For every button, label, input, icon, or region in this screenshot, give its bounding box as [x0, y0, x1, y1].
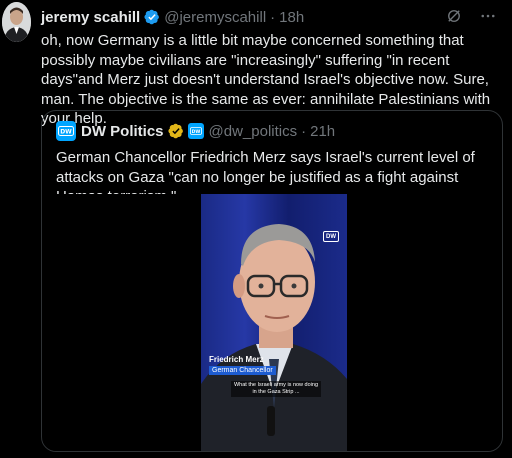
verified-org-badge-icon — [167, 123, 183, 139]
more-options-icon[interactable] — [479, 7, 497, 25]
quoted-author-name[interactable]: DW Politics — [81, 123, 164, 140]
video-media[interactable]: DW Friedrich Merz German Chancellor What… — [43, 194, 501, 451]
author-handle[interactable]: @jeremyscahill — [164, 9, 266, 26]
video-subtitle: What the Israeli army is now doing in th… — [231, 381, 321, 397]
grok-icon[interactable] — [445, 7, 463, 25]
dw-logo-avatar[interactable]: DW — [56, 121, 76, 141]
header-actions — [445, 7, 497, 25]
quoted-tweet-card[interactable]: DW DW Politics DW @dw_politics · 21h Ger… — [41, 110, 503, 452]
svg-text:DW: DW — [60, 129, 72, 136]
lower-third-role: German Chancellor — [209, 366, 276, 375]
quoted-tweet-header: DW DW Politics DW @dw_politics · 21h — [56, 121, 335, 141]
quoted-author-handle[interactable]: @dw_politics — [209, 123, 298, 140]
separator-dot: · — [270, 8, 276, 26]
tweet-timestamp[interactable]: 18h — [279, 9, 304, 26]
dw-affiliate-icon: DW — [187, 123, 204, 139]
verified-badge-icon — [144, 9, 160, 25]
quoted-timestamp[interactable]: 21h — [310, 123, 335, 140]
separator-dot: · — [301, 122, 307, 140]
avatar[interactable] — [2, 2, 31, 42]
svg-text:DW: DW — [191, 129, 200, 135]
dw-watermark-logo: DW — [323, 231, 339, 242]
author-name[interactable]: jeremy scahill — [41, 9, 140, 26]
video-frame[interactable]: DW Friedrich Merz German Chancellor What… — [201, 194, 347, 451]
tweet-header: jeremy scahill @jeremyscahill · 18h — [41, 7, 501, 27]
lower-third-name: Friedrich Merz — [209, 355, 264, 364]
